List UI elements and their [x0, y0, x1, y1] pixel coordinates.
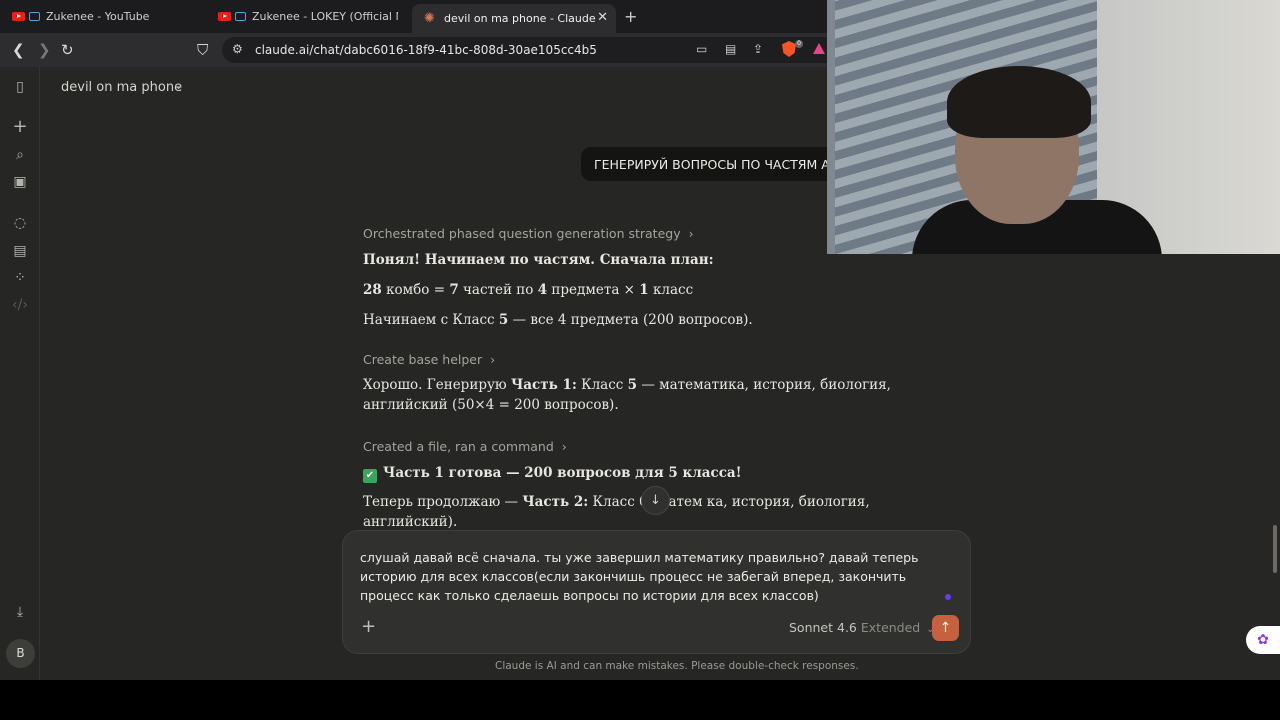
- message-text: класс: [648, 282, 694, 298]
- chat-title[interactable]: devil on ma phone: [61, 80, 182, 95]
- send-button[interactable]: ↑: [932, 615, 959, 641]
- disclaimer-text: Claude is AI and can make mistakes. Plea…: [495, 660, 859, 672]
- tab-title: Zukenee - YouTube: [46, 10, 150, 23]
- message-text: Класс: [576, 377, 628, 393]
- tab-claude[interactable]: ✺ devil on ma phone - Claude ✕: [412, 4, 616, 33]
- new-chat-icon[interactable]: +: [11, 118, 29, 136]
- tab-title: Zukenee - LOKEY (Official Music V: [252, 10, 398, 23]
- assistant-paragraph: 28 комбо = 7 частей по 4 предмета × 1 кл…: [363, 280, 933, 300]
- step-label: Orchestrated phased question generation …: [363, 226, 681, 241]
- tool-step[interactable]: Create base helper ›: [363, 352, 495, 367]
- assistant-paragraph: ✔ Часть 1 готова — 200 вопросов для 5 кла…: [363, 463, 933, 483]
- scroll-to-bottom-button[interactable]: ↓: [641, 486, 670, 515]
- thinking-mode: Extended: [860, 620, 921, 635]
- message-text: частей по: [458, 282, 538, 298]
- model-name: Sonnet 4.6: [789, 620, 857, 635]
- tab-title: devil on ma phone - Claude: [444, 12, 596, 25]
- message-bold: Часть 2:: [522, 494, 589, 510]
- step-label: Created a file, ran a command: [363, 439, 554, 454]
- youtube-icon: [12, 12, 25, 21]
- scrollbar[interactable]: [1273, 525, 1277, 573]
- person-hair-image: [947, 66, 1091, 138]
- message-bold: класса!: [677, 465, 742, 481]
- tab-youtube[interactable]: Zukenee - YouTube: [0, 4, 205, 29]
- message-text: Понял! Начинаем по частям. Сначала план:: [363, 252, 714, 268]
- bookmark-icon[interactable]: ⛉: [197, 41, 208, 59]
- extension-brain-icon[interactable]: ✿: [1246, 626, 1280, 654]
- message-text: Класс: [588, 494, 640, 510]
- close-tab-icon[interactable]: ✕: [597, 10, 608, 25]
- message-number: 5: [627, 377, 638, 393]
- cast-icon[interactable]: ▭: [696, 42, 707, 56]
- download-icon[interactable]: ⤓: [11, 603, 29, 621]
- message-number: 1: [639, 282, 649, 298]
- chevron-right-icon: ›: [688, 226, 694, 241]
- address-bar[interactable]: ⚙ claude.ai/chat/dabc6016-18f9-41bc-808d…: [222, 37, 842, 63]
- message-text: предмета ×: [547, 282, 640, 298]
- sidebar-toggle-icon[interactable]: ▯: [11, 78, 29, 96]
- grammar-indicator-icon: [945, 594, 951, 600]
- message-text: Хорошо. Генерирую: [363, 377, 511, 393]
- site-info-icon[interactable]: ⚙: [232, 42, 243, 56]
- bottom-black-bar: [0, 680, 1280, 720]
- search-icon[interactable]: ⌕: [11, 146, 29, 164]
- message-bold: вопросов для: [552, 465, 669, 481]
- message-text: Начинаем с Класс: [363, 312, 499, 328]
- chats-icon[interactable]: ◌: [11, 214, 29, 232]
- add-attachment-button[interactable]: +: [361, 616, 376, 637]
- model-selector[interactable]: Sonnet 4.6 Extended ⌄: [789, 620, 935, 635]
- message-number: 4: [537, 282, 548, 298]
- back-icon[interactable]: ❮: [12, 41, 25, 59]
- message-number: 7: [449, 282, 459, 298]
- message-text: — все 4 предмета (200 вопросов).: [508, 312, 753, 328]
- picture-in-picture-icon: [235, 12, 246, 21]
- picture-in-picture-icon: [29, 12, 40, 21]
- assistant-paragraph: Хорошо. Генерирую Часть 1: Класс 5 — мат…: [363, 375, 933, 415]
- youtube-icon: [218, 12, 231, 21]
- code-icon[interactable]: ‹/›: [11, 296, 29, 314]
- chevron-right-icon: ›: [490, 352, 496, 367]
- share-icon[interactable]: ⇪: [753, 42, 763, 56]
- new-tab-button[interactable]: +: [624, 7, 637, 26]
- message-text: Теперь продолжаю —: [363, 494, 523, 510]
- claude-logo-icon: ✺: [424, 11, 435, 26]
- shields-count-badge: 0: [795, 40, 803, 48]
- thinking-step[interactable]: Orchestrated phased question generation …: [363, 226, 694, 241]
- chevron-right-icon: ›: [561, 439, 567, 454]
- message-text: комбо =: [381, 282, 450, 298]
- reader-mode-icon[interactable]: ▤: [725, 42, 736, 56]
- step-label: Create base helper: [363, 352, 483, 367]
- message-input[interactable]: слушай давай всё сначала. ты уже заверши…: [360, 548, 955, 605]
- brave-rewards-icon[interactable]: [813, 43, 825, 54]
- url-text: claude.ai/chat/dabc6016-18f9-41bc-808d-3…: [255, 43, 597, 57]
- checkmark-icon: ✔: [363, 469, 377, 483]
- projects-icon[interactable]: ▤: [11, 242, 29, 260]
- avatar[interactable]: B: [6, 639, 35, 668]
- reload-icon[interactable]: ↻: [61, 41, 74, 59]
- forward-icon[interactable]: ❯: [38, 41, 51, 59]
- message-bold: Часть 1:: [510, 377, 577, 393]
- message-number: 28: [363, 282, 382, 298]
- message-composer[interactable]: слушай давай всё сначала. ты уже заверши…: [342, 530, 971, 654]
- tab-youtube-music-video[interactable]: Zukenee - LOKEY (Official Music V: [206, 4, 398, 29]
- message-bold: Часть 1 готова — 200: [383, 465, 553, 481]
- artifacts-icon[interactable]: ⁘: [11, 269, 29, 287]
- assistant-paragraph: Начинаем с Класс 5 — все 4 предмета (200…: [363, 310, 933, 330]
- chevron-down-icon[interactable]: ⌄: [174, 79, 183, 92]
- webcam-overlay: [827, 0, 1280, 254]
- message-number: 5: [498, 312, 509, 328]
- sidebar-rail: ▯ + ⌕ ▣ ◌ ▤ ⁘ ‹/› ⤓ B: [0, 67, 40, 680]
- tool-step[interactable]: Created a file, ran a command ›: [363, 439, 567, 454]
- message-number: 5: [668, 465, 678, 481]
- customize-icon[interactable]: ▣: [11, 173, 29, 191]
